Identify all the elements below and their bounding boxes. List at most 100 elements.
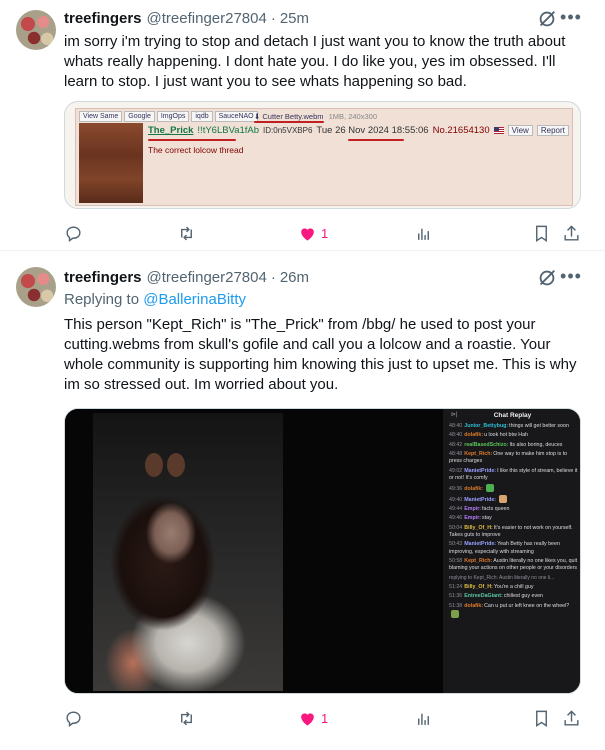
file-name: Cutter Betty.webm (262, 112, 324, 121)
bookmark-button[interactable] (532, 708, 551, 728)
chat-message: 51:36 EntreeDaGiant:chillest guy even (449, 593, 579, 600)
chat-text: things will get better soon (509, 423, 569, 429)
chan-post-screenshot: View Same Google ImgOps iqdb SauceNAO ⬇ … (75, 108, 573, 206)
emote-icon (451, 609, 459, 618)
retweet-button[interactable] (177, 708, 196, 728)
reply-icon (66, 710, 81, 727)
like-button[interactable]: 1 (298, 223, 328, 243)
action-bar: 1 (64, 223, 584, 243)
chat-timestamp: 50:04 (449, 524, 463, 531)
user-handle[interactable]: @treefinger27804 (147, 10, 267, 27)
chat-message: 49:40 ManietPride: (449, 495, 579, 504)
chat-username: ManietPride: (464, 496, 497, 503)
view-button: View (507, 125, 533, 136)
chat-message: 51:38 dolafik:Can u put ur left knee on t… (449, 603, 579, 619)
chat-username: Empir: (464, 505, 482, 512)
grok-icon[interactable] (536, 8, 558, 30)
display-name[interactable]: treefingers (64, 10, 142, 27)
chat-message: 48:48 Kept_Rich:One way to make him stop … (449, 451, 579, 465)
emote-icon (486, 484, 495, 493)
chat-username: Billy_Of_H: (464, 524, 493, 531)
tweet[interactable]: treefingers @treefinger27804 · 25m ••• i… (0, 0, 605, 251)
chat-text: u look hot btw Hah (484, 432, 528, 439)
like-count: 1 (321, 710, 329, 726)
chat-username: Kept_Rich: (464, 557, 493, 564)
retweet-button[interactable] (177, 223, 196, 243)
separator-dot: · (270, 9, 276, 27)
chat-message: 48:42 realBasedSchizo:Its also boring, de… (449, 442, 579, 449)
annotation-underline (254, 121, 324, 123)
display-name[interactable]: treefingers (64, 269, 142, 286)
chat-timestamp: 51:38 (449, 602, 463, 609)
user-handle[interactable]: @treefinger27804 (147, 269, 267, 286)
grok-icon[interactable] (536, 267, 558, 289)
stream-video (65, 409, 443, 693)
tool-link: View Same (79, 111, 123, 122)
chat-text: replying to Kept_Rich: Austin literally … (449, 574, 555, 581)
replying-to-label: Replying to (64, 291, 140, 308)
chat-timestamp: 51:36 (449, 593, 463, 600)
chat-timestamp: 51:24 (449, 583, 463, 590)
chat-timestamp: 50:58 (449, 557, 463, 564)
chat-username: ManietPride: (464, 467, 497, 474)
more-icon[interactable]: ••• (560, 265, 582, 287)
embedded-image[interactable]: ⊳| Chat Replay 48:40 Junior_Bettybug:thin… (64, 408, 581, 694)
report-button: Report (536, 125, 569, 136)
chat-username: ManietPride: (464, 541, 497, 548)
post-number: No.21654130 (432, 125, 490, 136)
chat-title: Chat Replay (493, 411, 532, 419)
chat-username: Empir: (464, 515, 482, 522)
chat-text: Its also boring, deuces (509, 441, 563, 448)
share-button[interactable] (562, 708, 581, 728)
chat-timestamp: 49:36 (449, 485, 463, 492)
bookmark-icon (536, 710, 547, 727)
chat-text: stay (482, 515, 492, 522)
reply-icon (66, 225, 81, 242)
download-icon: ⬇ (254, 112, 261, 121)
chat-message: 48:40 Junior_Bettybug:things will get bet… (449, 423, 579, 430)
avatar[interactable] (16, 267, 56, 307)
emote-icon (499, 495, 508, 504)
chat-message: 50:04 Billy_Of_H:It's easier to not work … (449, 525, 579, 539)
chat-replay-panel: ⊳| Chat Replay 48:40 Junior_Bettybug:thin… (443, 409, 580, 693)
views-button[interactable] (414, 708, 433, 728)
replying-to-link[interactable]: @BallerinaBitty (143, 291, 246, 308)
chat-timestamp: 50:43 (449, 541, 463, 548)
tweet-header: treefingers @treefinger27804 · 25m (64, 8, 309, 28)
chat-username: Billy_Of_H: (464, 583, 493, 590)
tool-link: iqdb (191, 111, 213, 122)
poster-id: ID:0n5VXBP6 (263, 126, 313, 135)
retweet-icon (181, 226, 192, 240)
chat-username: dolafik: (464, 485, 484, 492)
chat-message-list: 48:40 Junior_Bettybug:things will get bet… (449, 423, 579, 621)
reply-button[interactable] (64, 708, 83, 728)
tweet-text: This person "Kept_Rich" is "The_Prick" f… (64, 316, 577, 393)
timestamp[interactable]: 26m (280, 269, 309, 286)
more-icon[interactable]: ••• (560, 6, 582, 28)
avatar[interactable] (16, 10, 56, 50)
tweet[interactable]: treefingers @treefinger27804 · 26m ••• R… (0, 251, 605, 750)
tool-link: Google (124, 111, 155, 122)
post-date: Tue 26 Nov 2024 18:55:06 (316, 125, 429, 136)
reply-button[interactable] (64, 223, 83, 243)
bookmark-icon (536, 225, 547, 242)
embedded-image[interactable]: View Same Google ImgOps iqdb SauceNAO ⬇ … (64, 101, 581, 209)
views-button[interactable] (414, 223, 433, 243)
chat-username: dolafik: (464, 432, 484, 439)
chat-timestamp: 48:48 (449, 451, 463, 458)
tripcode: !!tY6LBVa1fAb (197, 125, 260, 136)
chat-message: 49:02 ManietPride:I like this style of st… (449, 468, 579, 482)
flag-icon (493, 127, 504, 134)
analytics-icon (418, 228, 429, 240)
annotation-underline (148, 139, 236, 141)
post-comment: The correct lolcow thread (148, 145, 244, 155)
tweet-header: treefingers @treefinger27804 · 26m (64, 267, 309, 287)
like-button[interactable]: 1 (298, 708, 328, 728)
replying-to: Replying to @BallerinaBitty (64, 291, 246, 308)
share-button[interactable] (562, 223, 581, 243)
bookmark-button[interactable] (532, 223, 551, 243)
chat-timestamp: 49:46 (449, 515, 463, 522)
timestamp[interactable]: 25m (280, 10, 309, 27)
chat-username: EntreeDaGiant: (464, 593, 503, 600)
chat-username: dolafik: (464, 602, 484, 609)
